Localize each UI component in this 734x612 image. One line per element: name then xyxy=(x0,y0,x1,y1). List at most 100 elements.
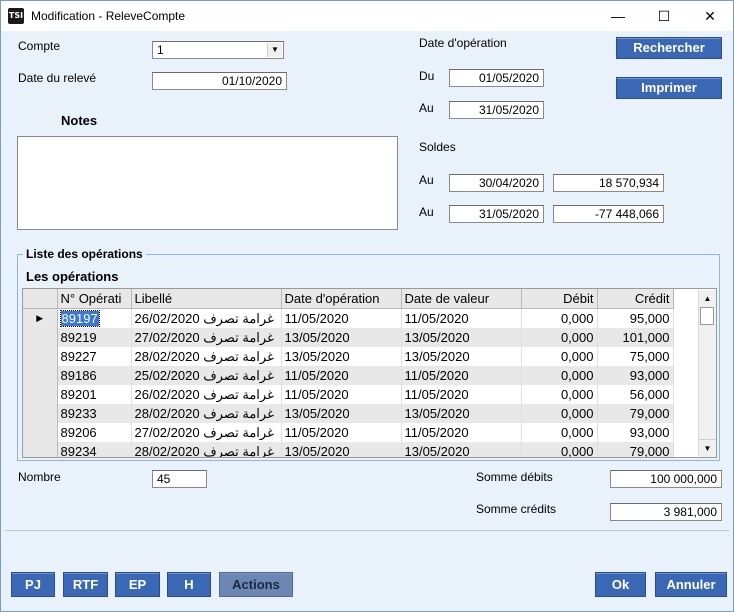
cell-libelle[interactable]: 28/02/2020 غرامة تصرف xyxy=(131,442,282,457)
notes-textarea[interactable] xyxy=(17,136,398,230)
table-row[interactable]: 89234 28/02/2020 غرامة تصرف 13/05/2020 1… xyxy=(23,442,674,457)
column-header-date-valeur[interactable]: Date de valeur xyxy=(401,289,522,309)
cell-date-valeur[interactable]: 11/05/2020 xyxy=(401,385,522,404)
chevron-down-icon[interactable]: ▼ xyxy=(267,43,282,57)
row-selector-arrow-icon[interactable]: ▶ xyxy=(23,308,58,328)
cell-num[interactable]: 89219 xyxy=(57,328,132,347)
cell-date-operation[interactable]: 11/05/2020 xyxy=(281,308,402,328)
solde2-amount-field[interactable]: -77 448,066 xyxy=(553,205,664,223)
cell-debit[interactable]: 0,000 xyxy=(521,442,598,457)
title-bar[interactable]: TSI Modification - ReleveCompte — ☐ ✕ xyxy=(1,1,733,31)
cell-num[interactable]: 89206 xyxy=(57,423,132,442)
cell-debit[interactable]: 0,000 xyxy=(521,308,598,328)
solde1-date-field[interactable]: 30/04/2020 xyxy=(449,174,544,192)
h-button[interactable]: H xyxy=(167,572,211,597)
cell-date-operation[interactable]: 11/05/2020 xyxy=(281,385,402,404)
row-selector[interactable] xyxy=(23,442,58,457)
solde2-date-field[interactable]: 31/05/2020 xyxy=(449,205,544,223)
rtf-button[interactable]: RTF xyxy=(63,572,108,597)
cell-credit[interactable]: 93,000 xyxy=(597,366,674,385)
annuler-button[interactable]: Annuler xyxy=(655,572,727,597)
cell-debit[interactable]: 0,000 xyxy=(521,328,598,347)
table-row[interactable]: 89233 28/02/2020 غرامة تصرف 13/05/2020 1… xyxy=(23,404,674,423)
cell-date-operation[interactable]: 11/05/2020 xyxy=(281,366,402,385)
cell-num[interactable]: 89227 xyxy=(57,347,132,366)
nombre-field[interactable]: 45 xyxy=(152,470,207,488)
cell-num[interactable]: 89234 xyxy=(57,442,132,457)
grid-vertical-scrollbar[interactable]: ▲ ▼ xyxy=(698,290,716,457)
column-header-date-operation[interactable]: Date d'opération xyxy=(281,289,402,309)
cell-libelle[interactable]: 25/02/2020 غرامة تصرف xyxy=(131,366,282,385)
cell-date-operation[interactable]: 11/05/2020 xyxy=(281,423,402,442)
somme-debits-field[interactable]: 100 000,000 xyxy=(610,470,722,488)
cell-date-valeur[interactable]: 13/05/2020 xyxy=(401,404,522,423)
cell-credit[interactable]: 93,000 xyxy=(597,423,674,442)
maximize-button[interactable]: ☐ xyxy=(641,1,687,31)
cell-credit[interactable]: 75,000 xyxy=(597,347,674,366)
ok-button[interactable]: Ok xyxy=(595,572,646,597)
pj-button[interactable]: PJ xyxy=(11,572,55,597)
row-selector[interactable] xyxy=(23,404,58,423)
cell-date-valeur[interactable]: 13/05/2020 xyxy=(401,328,522,347)
row-selector[interactable] xyxy=(23,328,58,347)
cell-debit[interactable]: 0,000 xyxy=(521,366,598,385)
table-row[interactable]: 89219 27/02/2020 غرامة تصرف 13/05/2020 1… xyxy=(23,328,674,347)
cell-libelle[interactable]: 27/02/2020 غرامة تصرف xyxy=(131,328,282,347)
actions-button[interactable]: Actions xyxy=(219,572,293,597)
cell-date-operation[interactable]: 13/05/2020 xyxy=(281,404,402,423)
cell-num[interactable]: 89233 xyxy=(57,404,132,423)
cell-num[interactable]: 89201 xyxy=(57,385,132,404)
cell-date-valeur[interactable]: 11/05/2020 xyxy=(401,366,522,385)
cell-libelle[interactable]: 26/02/2020 غرامة تصرف xyxy=(131,308,282,328)
cell-date-valeur[interactable]: 11/05/2020 xyxy=(401,308,522,328)
cell-num[interactable]: 89197 xyxy=(57,308,132,328)
scrollbar-thumb[interactable] xyxy=(700,307,714,325)
operations-grid[interactable]: N° Opérati Libellé Date d'opération Date… xyxy=(22,288,717,458)
row-selector[interactable] xyxy=(23,385,58,404)
cell-date-operation[interactable]: 13/05/2020 xyxy=(281,347,402,366)
cell-libelle[interactable]: 28/02/2020 غرامة تصرف xyxy=(131,347,282,366)
cell-debit[interactable]: 0,000 xyxy=(521,385,598,404)
table-row[interactable]: 89186 25/02/2020 غرامة تصرف 11/05/2020 1… xyxy=(23,366,674,385)
date-du-field[interactable]: 01/05/2020 xyxy=(449,69,544,87)
cell-date-operation[interactable]: 13/05/2020 xyxy=(281,442,402,457)
cell-credit[interactable]: 79,000 xyxy=(597,442,674,457)
solde1-amount-field[interactable]: 18 570,934 xyxy=(553,174,664,192)
rechercher-button[interactable]: Rechercher xyxy=(616,37,722,59)
scroll-down-arrow-icon[interactable]: ▼ xyxy=(699,439,716,457)
column-header-num[interactable]: N° Opérati xyxy=(57,289,132,309)
cell-date-operation[interactable]: 13/05/2020 xyxy=(281,328,402,347)
compte-select[interactable]: 1 ▼ xyxy=(152,41,284,59)
cell-debit[interactable]: 0,000 xyxy=(521,423,598,442)
cell-num[interactable]: 89186 xyxy=(57,366,132,385)
cell-libelle[interactable]: 26/02/2020 غرامة تصرف xyxy=(131,385,282,404)
table-row[interactable]: 89206 27/02/2020 غرامة تصرف 11/05/2020 1… xyxy=(23,423,674,442)
cell-debit[interactable]: 0,000 xyxy=(521,404,598,423)
column-header-debit[interactable]: Débit xyxy=(521,289,598,309)
cell-credit[interactable]: 101,000 xyxy=(597,328,674,347)
date-au-field[interactable]: 31/05/2020 xyxy=(449,101,544,119)
column-header-credit[interactable]: Crédit xyxy=(597,289,674,309)
cell-libelle[interactable]: 28/02/2020 غرامة تصرف xyxy=(131,404,282,423)
cell-debit[interactable]: 0,000 xyxy=(521,347,598,366)
table-row[interactable]: 89227 28/02/2020 غرامة تصرف 13/05/2020 1… xyxy=(23,347,674,366)
date-releve-field[interactable]: 01/10/2020 xyxy=(152,72,287,90)
close-button[interactable]: ✕ xyxy=(687,1,733,31)
minimize-button[interactable]: — xyxy=(595,1,641,31)
cell-date-valeur[interactable]: 13/05/2020 xyxy=(401,442,522,457)
cell-credit[interactable]: 56,000 xyxy=(597,385,674,404)
cell-credit[interactable]: 79,000 xyxy=(597,404,674,423)
scroll-up-arrow-icon[interactable]: ▲ xyxy=(699,290,716,307)
table-row[interactable]: ▶ 89197 26/02/2020 غرامة تصرف 11/05/2020… xyxy=(23,308,674,328)
cell-date-valeur[interactable]: 13/05/2020 xyxy=(401,347,522,366)
somme-credits-field[interactable]: 3 981,000 xyxy=(610,503,722,521)
row-selector[interactable] xyxy=(23,347,58,366)
imprimer-button[interactable]: Imprimer xyxy=(616,77,722,99)
table-row[interactable]: 89201 26/02/2020 غرامة تصرف 11/05/2020 1… xyxy=(23,385,674,404)
column-header-libelle[interactable]: Libellé xyxy=(131,289,282,309)
row-selector[interactable] xyxy=(23,366,58,385)
ep-button[interactable]: EP xyxy=(115,572,160,597)
row-selector[interactable] xyxy=(23,423,58,442)
cell-date-valeur[interactable]: 11/05/2020 xyxy=(401,423,522,442)
column-header-selector[interactable] xyxy=(23,289,58,309)
